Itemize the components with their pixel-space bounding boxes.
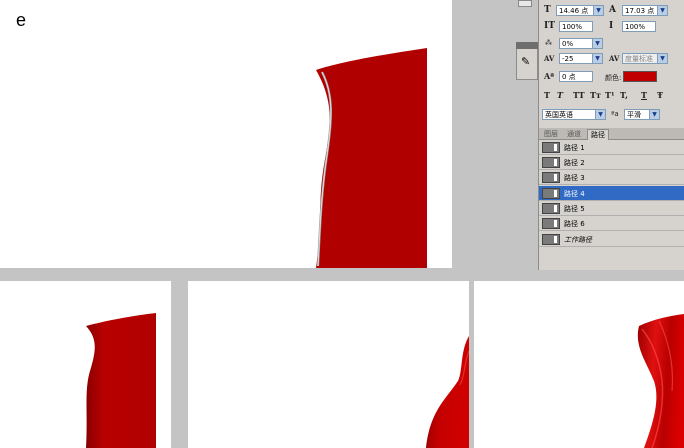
vertical-scale-value: 100%: [562, 23, 583, 31]
path-thumbnail: [542, 218, 560, 229]
panel-tabs: 图层 通道 路径: [539, 128, 684, 140]
character-panel: T 14.46 点 ▼ A 17.03 点 ▼ IT 100% I 100% ⁂ 0…: [538, 0, 684, 128]
baseline-shift-value: 0 点: [562, 73, 576, 81]
faux-bold-button[interactable]: T: [544, 90, 550, 100]
tab-layers[interactable]: 图层: [541, 129, 561, 139]
antialias-icon: ªa: [611, 110, 619, 118]
panel-collapse-button[interactable]: [518, 0, 532, 7]
paths-panel: 图层 通道 路径 路径 1 路径 2 路径 3 路径 4 路径 5 路径 6 工…: [538, 128, 684, 270]
side-tool-header: [516, 42, 538, 49]
all-caps-button[interactable]: TT: [573, 90, 585, 100]
path-row[interactable]: 路径 6: [539, 216, 684, 231]
chevron-down-icon[interactable]: ▼: [649, 110, 659, 119]
tab-channels[interactable]: 通道: [564, 129, 584, 139]
canvas-step-b: [0, 281, 171, 448]
path-row[interactable]: 路径 2: [539, 155, 684, 170]
canvas-step-c: [188, 281, 469, 448]
red-shape-c: [426, 336, 469, 448]
path-thumbnail: [542, 157, 560, 168]
antialias-label: a: [614, 110, 619, 118]
path-label: 路径 4: [564, 190, 585, 198]
horizontal-scale-icon: I: [609, 21, 614, 31]
vertical-scale-field[interactable]: 100%: [559, 21, 593, 32]
tracking-value: -25: [562, 55, 574, 63]
path-thumbnail: [542, 172, 560, 183]
path-thumbnail: [542, 142, 560, 153]
tsume-value: 0%: [562, 40, 574, 48]
path-row-selected[interactable]: 路径 4: [539, 186, 684, 201]
leading-value: 17.03 点: [625, 7, 655, 15]
baseline-shift-field[interactable]: 0 点: [559, 71, 593, 82]
path-label: 路径 6: [564, 220, 585, 228]
tab-paths[interactable]: 路径: [587, 129, 609, 140]
character-panel-icon[interactable]: ✎: [521, 55, 530, 68]
chevron-down-icon[interactable]: ▼: [657, 54, 667, 63]
path-row-work-path[interactable]: 工作路径: [539, 232, 684, 247]
small-caps-button[interactable]: Tт: [590, 90, 601, 100]
red-shape-a: [316, 48, 427, 268]
font-size-icon: T: [544, 5, 551, 15]
language-value: 英国英语: [545, 111, 573, 119]
chevron-down-icon[interactable]: ▼: [592, 39, 602, 48]
path-thumbnail: [542, 234, 560, 245]
canvas-step-d: [474, 281, 684, 448]
language-select[interactable]: 英国英语 ▼: [542, 109, 606, 120]
color-label: 颜色:: [605, 74, 622, 82]
red-shape-b: [86, 313, 156, 448]
kerning-field[interactable]: 度量标准 ▼: [622, 53, 668, 64]
underline-button[interactable]: T: [641, 90, 647, 100]
kerning-icon: AV: [609, 54, 620, 63]
red-shape-d: [637, 314, 684, 448]
path-label: 路径 2: [564, 159, 585, 167]
leading-field[interactable]: 17.03 点 ▼: [622, 5, 668, 16]
path-row[interactable]: 路径 1: [539, 140, 684, 155]
chevron-down-icon[interactable]: ▼: [657, 6, 667, 15]
vertical-scale-icon: IT: [544, 21, 555, 31]
workspace-gap: [452, 0, 540, 270]
horizontal-scale-value: 100%: [625, 23, 646, 31]
path-row[interactable]: 路径 3: [539, 170, 684, 185]
antialias-select[interactable]: 平滑 ▼: [624, 109, 660, 120]
strikethrough-button[interactable]: Ŧ: [657, 90, 663, 100]
path-label: 路径 3: [564, 174, 585, 182]
leading-icon: A: [609, 5, 616, 15]
path-thumbnail: [542, 203, 560, 214]
top-canvas: e: [0, 0, 452, 268]
path-label: 工作路径: [564, 236, 592, 244]
chevron-down-icon[interactable]: ▼: [595, 110, 605, 119]
path-thumbnail: [542, 188, 560, 199]
subscript-button[interactable]: T,: [620, 90, 628, 100]
tracking-icon: AV: [544, 54, 555, 63]
path-label: 路径 1: [564, 144, 585, 152]
faux-italic-button[interactable]: T: [557, 90, 563, 100]
chevron-down-icon[interactable]: ▼: [593, 6, 603, 15]
superscript-button[interactable]: T¹: [605, 90, 614, 100]
tsume-icon: ⁂: [545, 39, 552, 47]
kerning-value: 度量标准: [625, 55, 653, 63]
font-size-field[interactable]: 14.46 点 ▼: [556, 5, 604, 16]
color-swatch[interactable]: [623, 71, 657, 82]
horizontal-scale-field[interactable]: 100%: [622, 21, 656, 32]
chevron-down-icon[interactable]: ▼: [592, 54, 602, 63]
tracking-field[interactable]: -25 ▼: [559, 53, 603, 64]
path-label: 路径 5: [564, 205, 585, 213]
path-row[interactable]: 路径 5: [539, 201, 684, 216]
baseline-shift-icon: Aª: [544, 71, 555, 81]
font-size-value: 14.46 点: [559, 7, 589, 15]
tsume-field[interactable]: 0% ▼: [559, 38, 603, 49]
antialias-value: 平滑: [627, 111, 641, 119]
